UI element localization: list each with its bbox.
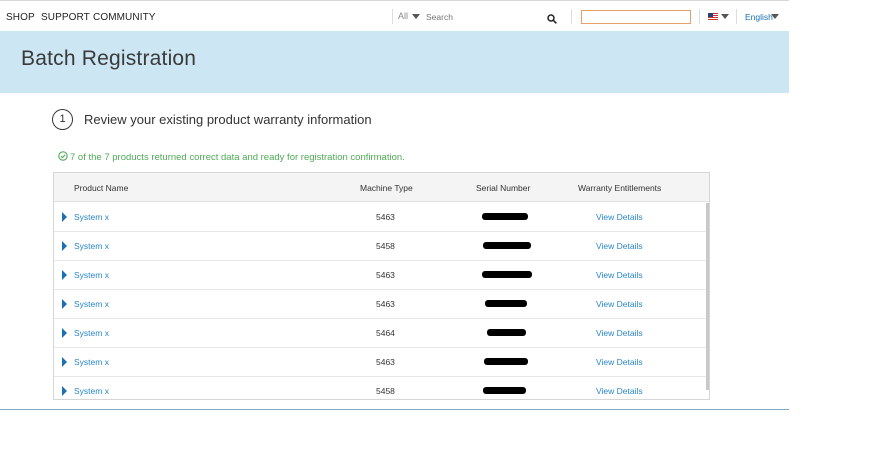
top-navigation: SHOP SUPPORT COMMUNITY All English xyxy=(0,0,789,31)
product-name-link[interactable]: System x xyxy=(74,270,109,280)
table-scrollbar[interactable] xyxy=(706,203,709,390)
view-details-link[interactable]: View Details xyxy=(596,270,643,280)
view-details-link[interactable]: View Details xyxy=(596,299,643,309)
product-name-link[interactable]: System x xyxy=(74,212,109,222)
machine-type: 5463 xyxy=(376,270,395,280)
column-header-warranty-entitlements: Warranty Entitlements xyxy=(578,183,662,193)
table-row: System x 5458 View Details xyxy=(54,377,706,399)
language-selector[interactable]: English xyxy=(745,12,773,22)
column-header-machine-type: Machine Type xyxy=(360,183,413,193)
caret-right-icon[interactable] xyxy=(62,241,67,251)
table-header: Product Name Machine Type Serial Number … xyxy=(54,173,709,202)
redacted-serial-number xyxy=(483,242,531,249)
product-name-link[interactable]: System x xyxy=(74,299,109,309)
divider xyxy=(392,9,393,24)
search-input[interactable] xyxy=(426,9,563,24)
nav-support-link[interactable]: SUPPORT xyxy=(41,12,90,23)
redacted-serial-number xyxy=(483,387,526,394)
divider xyxy=(699,9,700,24)
product-name-link[interactable]: System x xyxy=(74,328,109,338)
highlighted-input-field[interactable] xyxy=(581,10,691,24)
status-message: 7 of the 7 products returned correct dat… xyxy=(58,151,405,164)
nav-shop-link[interactable]: SHOP xyxy=(6,12,35,23)
view-details-link[interactable]: View Details xyxy=(596,357,643,367)
view-details-link[interactable]: View Details xyxy=(596,241,643,251)
table-row: System x 5464 View Details xyxy=(54,319,706,348)
machine-type: 5458 xyxy=(376,386,395,396)
machine-type: 5463 xyxy=(376,299,395,309)
us-flag-icon[interactable] xyxy=(708,13,718,20)
footer-divider xyxy=(0,409,789,410)
product-name-link[interactable]: System x xyxy=(74,241,109,251)
chevron-down-icon[interactable] xyxy=(412,14,420,19)
table-row: System x 5458 View Details xyxy=(54,232,706,261)
view-details-link[interactable]: View Details xyxy=(596,212,643,222)
divider xyxy=(571,9,572,24)
caret-right-icon[interactable] xyxy=(62,328,67,338)
chevron-down-icon[interactable] xyxy=(771,14,779,19)
table-row: System x 5463 View Details xyxy=(54,348,706,377)
view-details-link[interactable]: View Details xyxy=(596,328,643,338)
product-name-link[interactable]: System x xyxy=(74,357,109,367)
column-header-serial-number: Serial Number xyxy=(476,183,531,193)
caret-right-icon[interactable] xyxy=(62,270,67,280)
nav-community-link[interactable]: COMMUNITY xyxy=(93,12,156,23)
table-row: System x 5463 View Details xyxy=(54,290,706,319)
machine-type: 5463 xyxy=(376,357,395,367)
redacted-serial-number xyxy=(484,358,528,365)
caret-right-icon[interactable] xyxy=(62,212,67,222)
page-title: Batch Registration xyxy=(21,47,197,70)
redacted-serial-number xyxy=(485,300,527,307)
search-icon[interactable] xyxy=(547,11,557,29)
table-row: System x 5463 View Details xyxy=(54,261,706,290)
view-details-link[interactable]: View Details xyxy=(596,386,643,396)
machine-type: 5464 xyxy=(376,328,395,338)
step-title: Review your existing product warranty in… xyxy=(84,112,372,127)
caret-right-icon[interactable] xyxy=(62,299,67,309)
page-banner: Batch Registration xyxy=(0,31,789,93)
step-number-badge: 1 xyxy=(52,109,73,130)
chevron-down-icon[interactable] xyxy=(721,14,729,19)
caret-right-icon[interactable] xyxy=(62,357,67,367)
check-circle-icon xyxy=(58,151,68,164)
caret-right-icon[interactable] xyxy=(62,386,67,396)
product-table: Product Name Machine Type Serial Number … xyxy=(53,172,710,400)
redacted-serial-number xyxy=(482,271,532,278)
column-header-product-name: Product Name xyxy=(74,183,129,193)
machine-type: 5463 xyxy=(376,212,395,222)
status-text: 7 of the 7 products returned correct dat… xyxy=(70,152,405,163)
machine-type: 5458 xyxy=(376,241,395,251)
search-scope-select[interactable]: All xyxy=(398,11,408,21)
divider xyxy=(736,9,737,24)
redacted-serial-number xyxy=(487,329,526,336)
table-row: System x 5463 View Details xyxy=(54,203,706,232)
redacted-serial-number xyxy=(482,213,528,220)
product-name-link[interactable]: System x xyxy=(74,386,109,396)
